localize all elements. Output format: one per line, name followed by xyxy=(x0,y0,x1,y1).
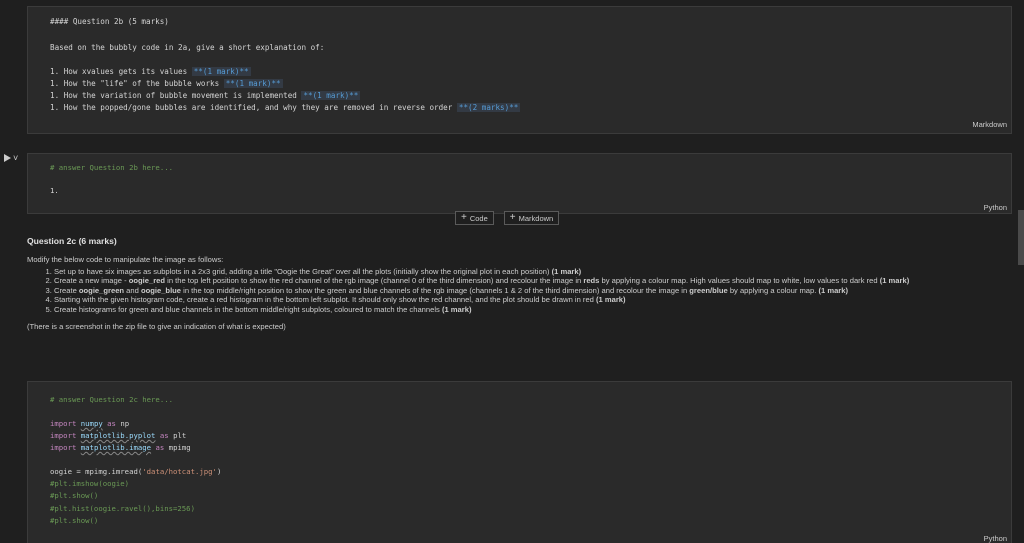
task-list: Set up to have six images as subplots in… xyxy=(27,267,1012,314)
plus-icon: + xyxy=(509,212,516,223)
task-item: Starting with the given histogram code, … xyxy=(54,295,1012,304)
code-line: oogie = mpimg.imread('data/hotcat.jpg') xyxy=(50,467,222,476)
add-code-cell-button[interactable]: + Code xyxy=(455,211,494,225)
md-list-item: 1. How the "life" of the bubble works **… xyxy=(50,79,283,88)
rendered-markdown-question-2c[interactable]: Question 2c (6 marks) Modify the below c… xyxy=(27,236,1012,331)
code-line: import matplotlib.pyplot as plt xyxy=(50,431,187,440)
question-intro: Modify the below code to manipulate the … xyxy=(27,255,224,264)
code-cell-answer-2c[interactable]: # answer Question 2c here... import nump… xyxy=(27,381,1012,543)
task-item: Set up to have six images as subplots in… xyxy=(54,267,1012,276)
markdown-cell-question-2b[interactable]: #### Question 2b (5 marks) Based on the … xyxy=(27,6,1012,134)
chevron-down-icon[interactable]: ˅ xyxy=(13,153,18,163)
md-list-item: 1. How xvalues gets its values **(1 mark… xyxy=(50,67,251,76)
play-icon xyxy=(4,154,11,162)
add-cell-toolbar: + Code + Markdown xyxy=(455,211,560,225)
plus-icon: + xyxy=(461,212,467,223)
cell-language-label[interactable]: Python xyxy=(984,203,1007,212)
code-cell-answer-2b[interactable]: # answer Question 2b here... 1. Python xyxy=(27,153,1012,214)
run-cell-button[interactable]: ˅ xyxy=(4,152,22,164)
code-comment: #plt.show() xyxy=(50,491,99,500)
code-comment: # answer Question 2b here... xyxy=(50,163,174,172)
code-comment: # answer Question 2c here... xyxy=(50,395,174,404)
cell-language-label[interactable]: Markdown xyxy=(972,120,1007,129)
md-intro: Based on the bubbly code in 2a, give a s… xyxy=(50,43,325,52)
question-footer: (There is a screenshot in the zip file t… xyxy=(27,322,286,332)
cell-language-label[interactable]: Python xyxy=(984,534,1007,543)
code-line: 1. xyxy=(50,186,59,195)
task-item: Create histograms for green and blue cha… xyxy=(54,305,1012,314)
code-line: import numpy as np xyxy=(50,419,130,428)
task-item: Create a new image - oogie_red in the to… xyxy=(54,276,1012,285)
vertical-scrollbar[interactable] xyxy=(1018,210,1024,265)
add-markdown-cell-button[interactable]: + Markdown xyxy=(503,211,560,225)
code-comment: #plt.imshow(oogie) xyxy=(50,479,130,488)
question-heading: Question 2c (6 marks) xyxy=(27,236,117,246)
code-comment: #plt.show() xyxy=(50,516,99,525)
task-item: Create oogie_green and oogie_blue in the… xyxy=(54,286,1012,295)
md-list-item: 1. How the popped/gone bubbles are ident… xyxy=(50,103,521,112)
code-line: import matplotlib.image as mpimg xyxy=(50,443,191,452)
code-comment: #plt.hist(oogie.ravel(),bins=256) xyxy=(50,504,195,513)
md-heading: #### Question 2b (5 marks) xyxy=(50,17,169,26)
md-list-item: 1. How the variation of bubble movement … xyxy=(50,91,361,100)
